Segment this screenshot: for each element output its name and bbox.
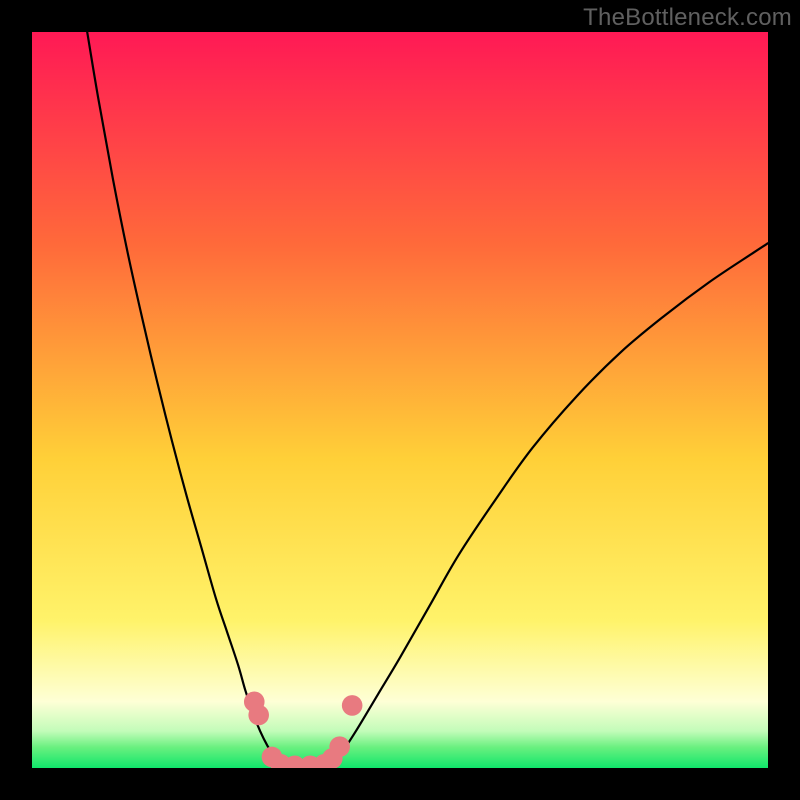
- highlight-dot: [248, 705, 269, 726]
- watermark-text: TheBottleneck.com: [583, 4, 792, 32]
- highlight-dot: [342, 695, 363, 716]
- plot-area: [32, 32, 768, 768]
- highlight-dot: [329, 736, 350, 757]
- chart-svg: [32, 32, 768, 768]
- chart-frame: TheBottleneck.com: [0, 0, 800, 800]
